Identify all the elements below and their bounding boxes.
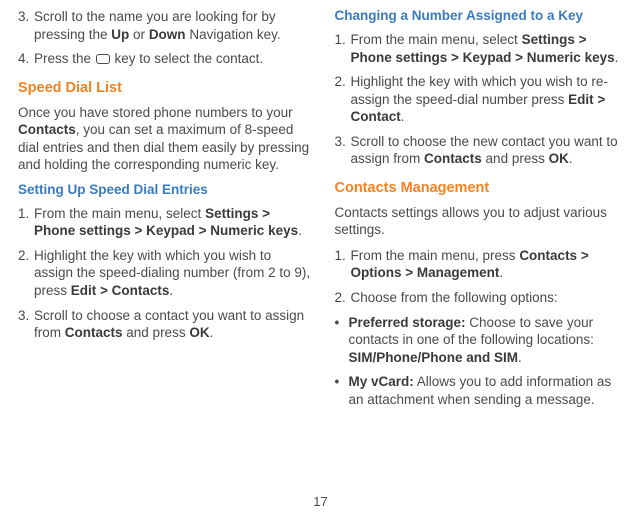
text: .	[169, 283, 173, 298]
number-2: 2.	[335, 73, 349, 126]
ok-bold: OK	[189, 325, 209, 340]
text: .	[615, 50, 619, 65]
text: .	[210, 325, 214, 340]
mgmt-2-text: Choose from the following options:	[351, 289, 630, 307]
setup-item-1: 1. From the main menu, select Settings >…	[18, 205, 313, 240]
page-number: 17	[0, 494, 641, 509]
mgmt-item-1: 1. From the main menu, press Contacts > …	[335, 247, 630, 282]
contacts-mgmt-para: Contacts settings allows you to adjust v…	[335, 204, 630, 239]
key-icon	[96, 54, 110, 64]
text: .	[499, 265, 503, 280]
edit-contacts: Edit > Contacts	[71, 283, 170, 298]
text: and press	[123, 325, 190, 340]
text: From the main menu, select	[351, 32, 522, 47]
text: .	[401, 109, 405, 124]
text: key to select the contact.	[111, 51, 263, 66]
text: Navigation key.	[186, 27, 281, 42]
number-4: 4.	[18, 50, 32, 68]
changing-number-heading: Changing a Number Assigned to a Key	[335, 8, 630, 23]
speed-dial-paragraph: Once you have stored phone numbers to yo…	[18, 104, 313, 174]
text: Press the	[34, 51, 95, 66]
number-1: 1.	[335, 31, 349, 66]
contacts-bold: Contacts	[18, 122, 76, 137]
storage-options: SIM/Phone/Phone and SIM	[349, 350, 519, 365]
change-item-1: 1. From the main menu, select Settings >…	[335, 31, 630, 66]
bullet-preferred-storage: • Preferred storage: Choose to save your…	[335, 314, 630, 367]
number-2: 2.	[335, 289, 349, 307]
mgmt-item-2: 2. Choose from the following options:	[335, 289, 630, 307]
setup-2-text: Highlight the key with which you wish to…	[34, 247, 313, 300]
text: .	[569, 151, 573, 166]
left-column: 3. Scroll to the name you are looking fo…	[18, 8, 313, 415]
speed-dial-list-heading: Speed Dial List	[18, 80, 313, 96]
text: .	[298, 223, 302, 238]
number-1: 1.	[335, 247, 349, 282]
setup-item-2: 2. Highlight the key with which you wish…	[18, 247, 313, 300]
text: or	[129, 27, 149, 42]
my-vcard-label: My vCard:	[349, 374, 414, 389]
change-3-text: Scroll to choose the new contact you wan…	[351, 133, 630, 168]
bullet-my-vcard: • My vCard: Allows you to add informatio…	[335, 373, 630, 408]
text: .	[518, 350, 522, 365]
change-2-text: Highlight the key with which you wish to…	[351, 73, 630, 126]
number-2: 2.	[18, 247, 32, 300]
list-item-3: 3. Scroll to the name you are looking fo…	[18, 8, 313, 43]
number-3: 3.	[335, 133, 349, 168]
text: From the main menu, press	[351, 248, 520, 263]
item-4-text: Press the key to select the contact.	[34, 50, 313, 68]
setup-3-text: Scroll to choose a contact you want to a…	[34, 307, 313, 342]
number-3: 3.	[18, 8, 32, 43]
ok-bold: OK	[549, 151, 569, 166]
up-key: Up	[111, 27, 129, 42]
down-key: Down	[149, 27, 186, 42]
text: and press	[482, 151, 549, 166]
contacts-bold: Contacts	[424, 151, 482, 166]
setup-item-3: 3. Scroll to choose a contact you want t…	[18, 307, 313, 342]
right-column: Changing a Number Assigned to a Key 1. F…	[335, 8, 630, 415]
change-item-3: 3. Scroll to choose the new contact you …	[335, 133, 630, 168]
number-1: 1.	[18, 205, 32, 240]
number-3b: 3.	[18, 307, 32, 342]
text: From the main menu, select	[34, 206, 205, 221]
contacts-management-heading: Contacts Management	[335, 180, 630, 196]
bullet-1-text: Preferred storage: Choose to save your c…	[349, 314, 630, 367]
change-1-text: From the main menu, select Settings > Ph…	[351, 31, 630, 66]
item-3-text: Scroll to the name you are looking for b…	[34, 8, 313, 43]
setup-1-text: From the main menu, select Settings > Ph…	[34, 205, 313, 240]
preferred-storage-label: Preferred storage:	[349, 315, 466, 330]
bullet-icon: •	[335, 373, 349, 408]
mgmt-1-text: From the main menu, press Contacts > Opt…	[351, 247, 630, 282]
bullet-icon: •	[335, 314, 349, 367]
text: Once you have stored phone numbers to yo…	[18, 105, 293, 120]
bullet-2-text: My vCard: Allows you to add information …	[349, 373, 630, 408]
list-item-4: 4. Press the key to select the contact.	[18, 50, 313, 68]
change-item-2: 2. Highlight the key with which you wish…	[335, 73, 630, 126]
setting-up-heading: Setting Up Speed Dial Entries	[18, 182, 313, 197]
contacts-bold: Contacts	[65, 325, 123, 340]
